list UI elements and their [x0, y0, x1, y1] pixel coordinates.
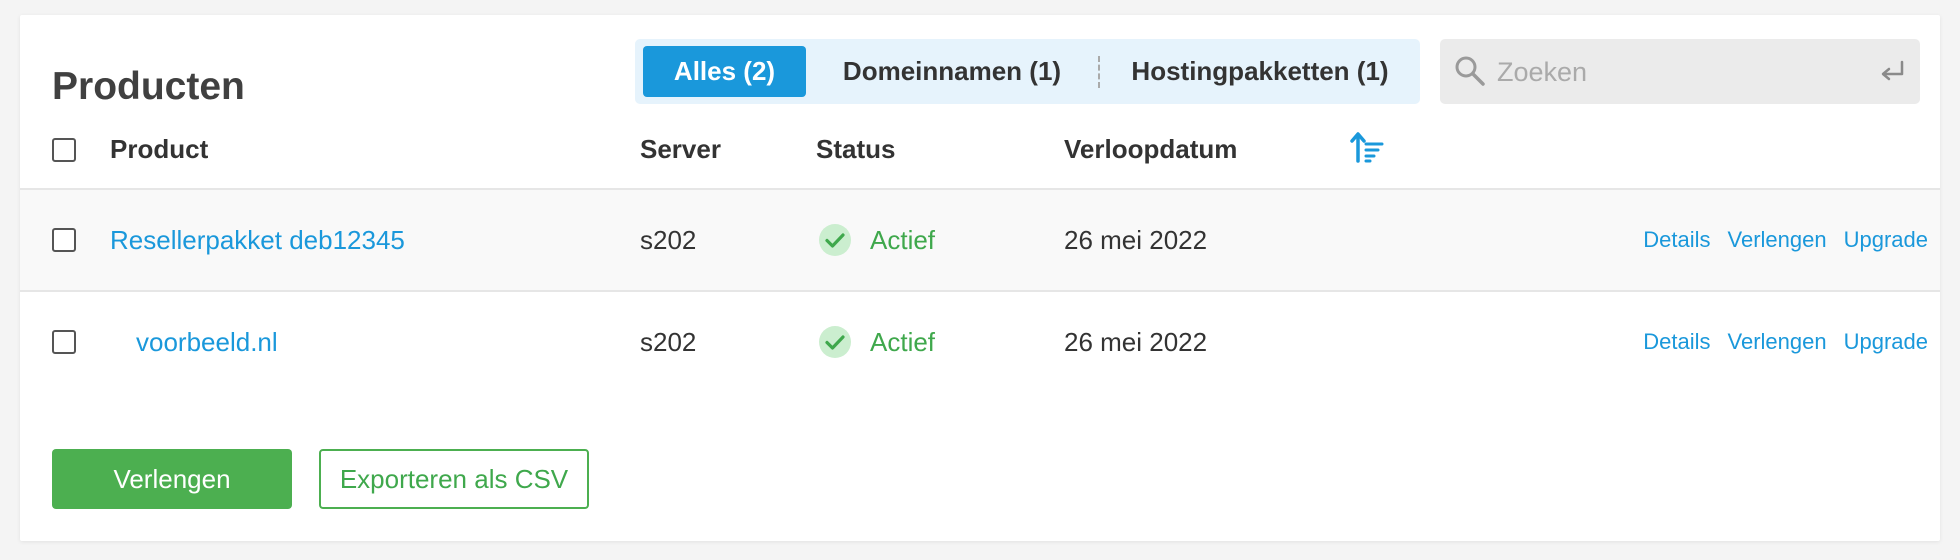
status-cell: Actief [818, 190, 935, 290]
renew-button[interactable]: Verlengen [52, 449, 292, 509]
export-csv-button[interactable]: Exporteren als CSV [319, 449, 589, 509]
product-link[interactable]: voorbeeld.nl [136, 327, 278, 358]
tab-all[interactable]: Alles (2) [643, 46, 806, 97]
expiry-cell: 26 mei 2022 [1064, 326, 1208, 357]
column-header-expiry[interactable]: Verloopdatum [1064, 111, 1237, 188]
row-checkbox[interactable] [52, 228, 76, 252]
search-input[interactable] [1495, 39, 1879, 106]
server-cell: s202 [640, 326, 697, 357]
search-box [1440, 39, 1920, 106]
details-link[interactable]: Details [1643, 329, 1710, 355]
upgrade-link[interactable]: Upgrade [1844, 329, 1928, 355]
row-actions: Details Verlengen Upgrade [1626, 190, 1928, 290]
details-link[interactable]: Details [1643, 227, 1710, 253]
status-cell: Actief [818, 292, 935, 392]
column-header-server[interactable]: Server [640, 111, 721, 188]
select-all-checkbox[interactable] [52, 138, 76, 162]
table-row: voorbeeld.nl s202 Actief 26 mei 2022 Det… [20, 292, 1940, 392]
product-link[interactable]: Resellerpakket deb12345 [110, 225, 405, 256]
upgrade-link[interactable]: Upgrade [1844, 227, 1928, 253]
expiry-cell: 26 mei 2022 [1064, 224, 1208, 255]
table-header: Product Server Status Verloopdatum [20, 111, 1940, 190]
server-cell: s202 [640, 224, 697, 255]
check-circle-icon [819, 326, 851, 358]
table-row: Resellerpakket deb12345 s202 Actief 26 m… [20, 190, 1940, 292]
row-checkbox[interactable] [52, 330, 76, 354]
column-header-status[interactable]: Status [816, 111, 895, 188]
tab-hosting-packages[interactable]: Hostingpakketten (1) [1100, 46, 1420, 97]
status-label: Actief [870, 224, 936, 255]
status-label: Actief [870, 326, 936, 357]
renew-link[interactable]: Verlengen [1728, 227, 1827, 253]
page-title: Producten [52, 65, 245, 108]
tab-domains[interactable]: Domeinnamen (1) [806, 46, 1098, 97]
enter-icon[interactable] [1878, 58, 1906, 86]
sort-ascending-icon[interactable] [1350, 130, 1386, 166]
renew-link[interactable]: Verlengen [1728, 329, 1827, 355]
column-header-product[interactable]: Product [110, 111, 208, 188]
search-icon [1455, 56, 1485, 86]
filter-tabs: Alles (2) Domeinnamen (1) Hostingpakkett… [635, 39, 1420, 104]
check-circle-icon [819, 224, 851, 256]
products-card: Producten Alles (2) Domeinnamen (1) Host… [20, 15, 1940, 541]
row-actions: Details Verlengen Upgrade [1626, 292, 1928, 392]
